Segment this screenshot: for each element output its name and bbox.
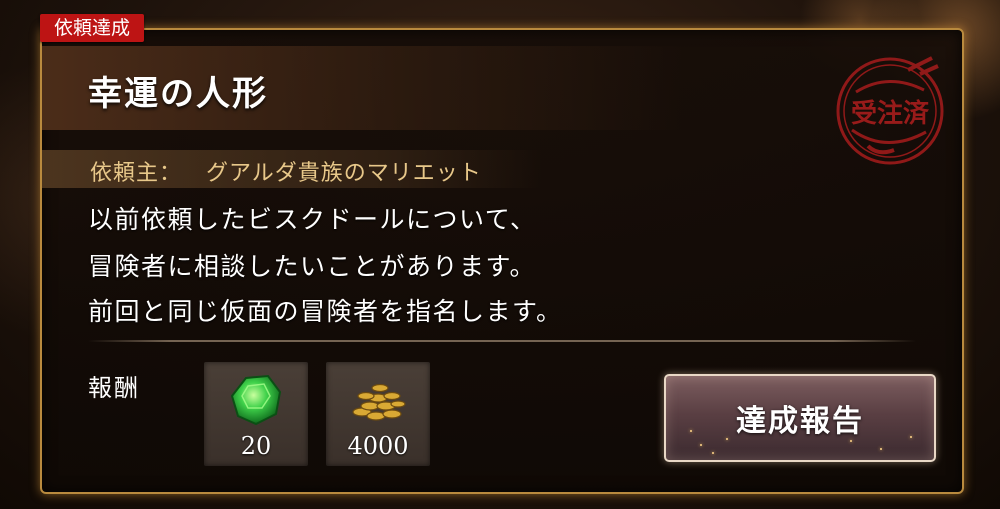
description-line-3: 前回と同じ仮面の冒険者を指名します。	[88, 297, 563, 326]
client-name: グアルダ貴族のマリエット	[206, 161, 482, 186]
gold-coins-icon	[352, 383, 406, 421]
sparkle	[712, 452, 714, 454]
stamp-text: 受注済	[851, 98, 930, 129]
request-title: 幸運の人形	[88, 74, 268, 114]
divider	[88, 340, 916, 342]
reward-label: 報酬	[88, 374, 140, 402]
reward-count-gold: 4000	[347, 432, 409, 460]
sparkle	[910, 436, 912, 438]
reward-count-emerald: 20	[240, 432, 272, 460]
description-line-1: 以前依頼したビスクドールについて、	[88, 205, 537, 234]
reward-item-gold[interactable]: 4000	[326, 362, 430, 466]
sparkle	[690, 430, 692, 432]
client-label: 依頼主：	[90, 161, 183, 186]
description-line-2: 冒険者に相談したいことがあります。	[88, 252, 537, 281]
accepted-stamp-icon: 受注済	[836, 56, 944, 165]
sparkle	[880, 448, 882, 450]
emerald-gem-icon	[230, 374, 282, 426]
status-badge: 依頼達成	[40, 14, 144, 42]
sparkle	[850, 440, 852, 442]
sparkle	[726, 438, 728, 440]
sparkle	[700, 444, 702, 446]
report-completion-button[interactable]: 達成報告	[664, 374, 936, 462]
reward-item-emerald[interactable]: 20	[204, 362, 308, 466]
